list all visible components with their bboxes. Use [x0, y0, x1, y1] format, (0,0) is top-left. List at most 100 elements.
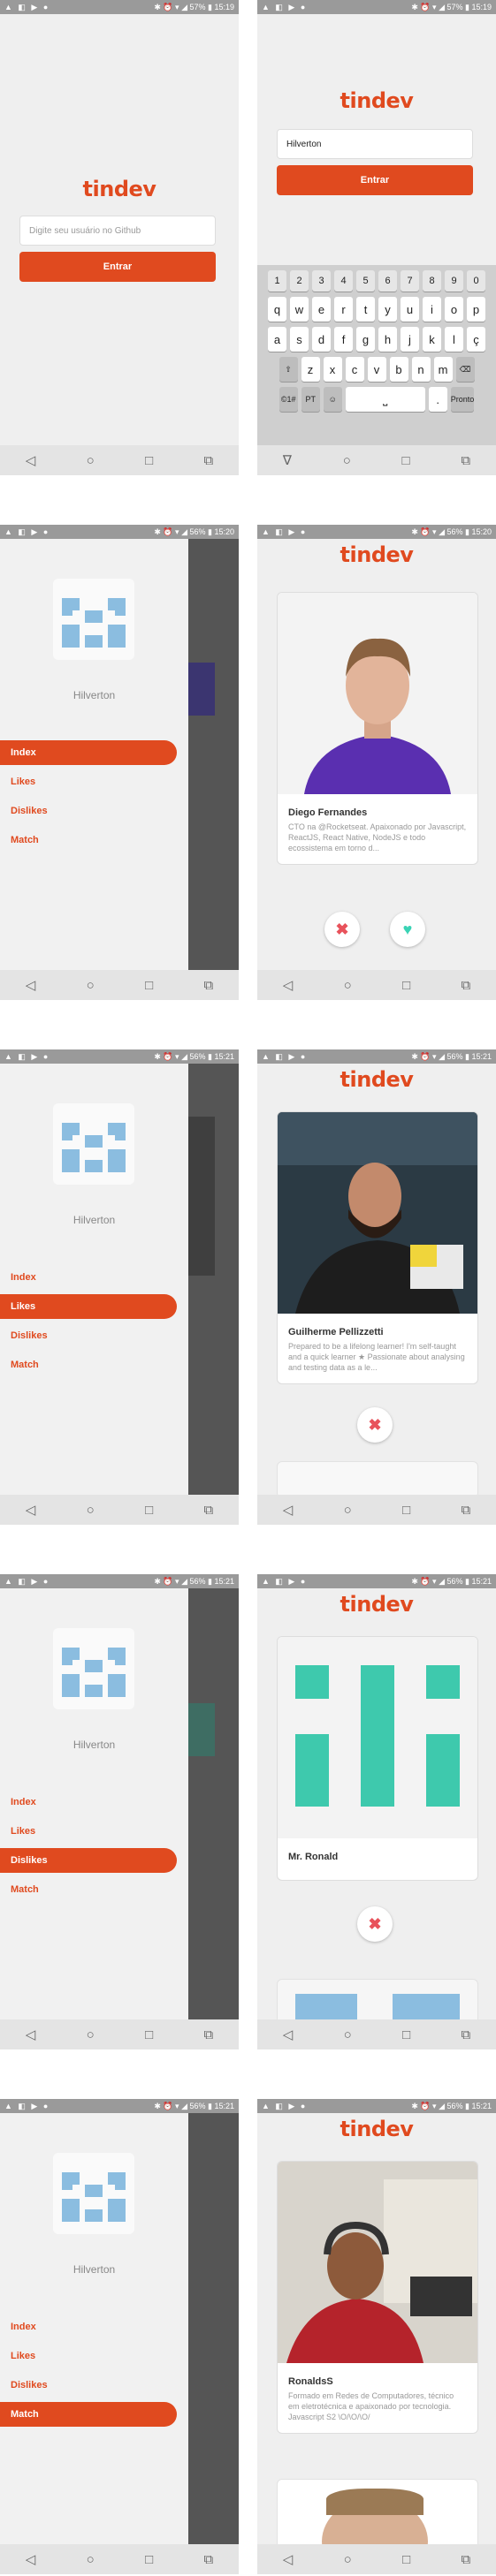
recents-icon[interactable]: □ [402, 2552, 410, 2567]
screen-mirror-icon[interactable]: ⧉ [204, 2027, 214, 2042]
home-icon[interactable]: ○ [343, 453, 351, 468]
keyboard-key[interactable]: ç [467, 327, 485, 352]
keyboard-key[interactable]: x [323, 357, 342, 382]
screen-mirror-icon[interactable]: ⧉ [462, 1503, 471, 1518]
keyboard-key[interactable]: ⎵ [345, 387, 425, 412]
home-icon[interactable]: ○ [344, 1503, 352, 1518]
keyboard-key[interactable]: s [290, 327, 309, 352]
back-icon[interactable]: ◁ [26, 977, 36, 993]
recents-icon[interactable]: □ [402, 978, 410, 993]
keyboard-key[interactable]: b [389, 357, 408, 382]
home-icon[interactable]: ○ [344, 978, 352, 993]
keyboard-key[interactable]: 7 [401, 270, 419, 292]
keyboard-key[interactable]: c [345, 357, 364, 382]
menu-item-index[interactable]: Index [0, 1790, 177, 1815]
home-icon[interactable]: ○ [87, 2027, 95, 2042]
recents-icon[interactable]: □ [402, 2027, 410, 2042]
keyboard-key[interactable]: n [411, 357, 431, 382]
keyboard-key[interactable]: g [356, 327, 375, 352]
app-logo[interactable]: tindev [257, 2117, 496, 2141]
keyboard-key[interactable]: u [401, 297, 419, 322]
menu-item-likes[interactable]: Likes [0, 2344, 177, 2368]
drawer-scrim[interactable] [188, 539, 239, 970]
keyboard-key[interactable]: p [467, 297, 485, 322]
keyboard-key[interactable]: ⇧ [279, 357, 298, 382]
keyboard-key[interactable]: o [445, 297, 463, 322]
back-icon[interactable]: ◁ [26, 452, 36, 468]
keyboard-key[interactable]: 9 [445, 270, 463, 292]
keyboard-key[interactable]: h [378, 327, 397, 352]
menu-item-index[interactable]: Index [0, 1265, 177, 1290]
recents-icon[interactable]: □ [145, 978, 153, 993]
keyboard-key[interactable]: 4 [334, 270, 353, 292]
keyboard-key[interactable]: 1 [268, 270, 286, 292]
home-icon[interactable]: ○ [87, 1503, 95, 1518]
recents-icon[interactable]: □ [402, 1503, 410, 1518]
screen-mirror-icon[interactable]: ⧉ [204, 978, 214, 993]
drawer-scrim[interactable] [188, 1064, 239, 1495]
recents-icon[interactable]: □ [145, 1503, 153, 1518]
menu-item-dislikes[interactable]: Dislikes [0, 1323, 177, 1348]
screen-mirror-icon[interactable]: ⧉ [204, 1503, 214, 1518]
menu-item-index[interactable]: Index [0, 740, 177, 765]
menu-item-likes[interactable]: Likes [0, 1819, 177, 1844]
home-icon[interactable]: ○ [344, 2552, 352, 2567]
recents-icon[interactable]: □ [145, 2552, 153, 2567]
home-icon[interactable]: ○ [87, 453, 95, 468]
keyboard-key[interactable]: ⌫ [455, 357, 475, 382]
home-icon[interactable]: ○ [87, 2552, 95, 2567]
screen-mirror-icon[interactable]: ⧉ [204, 2552, 214, 2567]
screen-mirror-icon[interactable]: ⧉ [462, 2552, 471, 2567]
keyboard-key[interactable]: v [367, 357, 386, 382]
keyboard-key[interactable]: r [334, 297, 353, 322]
back-icon[interactable]: ◁ [26, 2027, 36, 2042]
keyboard-key[interactable]: k [423, 327, 441, 352]
screen-mirror-icon[interactable]: ⧉ [461, 453, 470, 468]
app-logo[interactable]: tindev [257, 1067, 496, 1092]
keyboard-key[interactable]: ©1# [279, 387, 298, 412]
home-icon[interactable]: ○ [87, 978, 95, 993]
screen-mirror-icon[interactable]: ⧉ [462, 2027, 471, 2042]
dislike-button[interactable]: ✖ [357, 1906, 393, 1942]
keyboard-key[interactable]: 6 [378, 270, 397, 292]
keyboard-key[interactable]: l [445, 327, 463, 352]
like-button[interactable]: ♥ [390, 912, 425, 947]
github-user-input[interactable]: Digite seu usuário no Github [19, 216, 216, 246]
menu-item-match[interactable]: Match [0, 1352, 177, 1377]
app-logo[interactable]: tindev [257, 542, 496, 567]
login-button[interactable]: Entrar [277, 165, 473, 195]
login-button[interactable]: Entrar [19, 252, 216, 282]
keyboard-key[interactable]: 8 [423, 270, 441, 292]
chevron-down-icon[interactable]: ∇ [283, 452, 292, 468]
recents-icon[interactable]: □ [145, 453, 153, 468]
screen-mirror-icon[interactable]: ⧉ [462, 978, 471, 993]
keyboard-key[interactable]: i [423, 297, 441, 322]
keyboard-key[interactable]: 2 [290, 270, 309, 292]
dislike-button[interactable]: ✖ [357, 1407, 393, 1443]
keyboard-key[interactable]: . [428, 387, 447, 412]
back-icon[interactable]: ◁ [283, 1502, 294, 1518]
menu-item-dislikes[interactable]: Dislikes [0, 2373, 177, 2398]
menu-item-dislikes[interactable]: Dislikes [0, 1848, 177, 1873]
keyboard-key[interactable]: z [301, 357, 320, 382]
back-icon[interactable]: ◁ [26, 1502, 36, 1518]
back-icon[interactable]: ◁ [283, 2551, 294, 2567]
keyboard-key[interactable]: w [290, 297, 309, 322]
menu-item-match[interactable]: Match [0, 1877, 177, 1902]
github-user-input[interactable]: Hilverton [277, 129, 473, 159]
keyboard-key[interactable]: e [312, 297, 331, 322]
menu-item-likes[interactable]: Likes [0, 1294, 177, 1319]
menu-item-dislikes[interactable]: Dislikes [0, 799, 177, 823]
keyboard-key[interactable]: d [312, 327, 331, 352]
keyboard-key[interactable]: Pronto [450, 387, 475, 412]
keyboard-key[interactable]: 0 [467, 270, 485, 292]
keyboard-key[interactable]: f [334, 327, 353, 352]
back-icon[interactable]: ◁ [283, 977, 294, 993]
menu-item-match[interactable]: Match [0, 2402, 177, 2427]
app-logo[interactable]: tindev [257, 1592, 496, 1617]
drawer-scrim[interactable] [188, 2113, 239, 2544]
keyboard-key[interactable]: m [433, 357, 453, 382]
keyboard-key[interactable]: ☺ [323, 387, 342, 412]
dislike-button[interactable]: ✖ [324, 912, 360, 947]
keyboard-key[interactable]: PT [301, 387, 320, 412]
